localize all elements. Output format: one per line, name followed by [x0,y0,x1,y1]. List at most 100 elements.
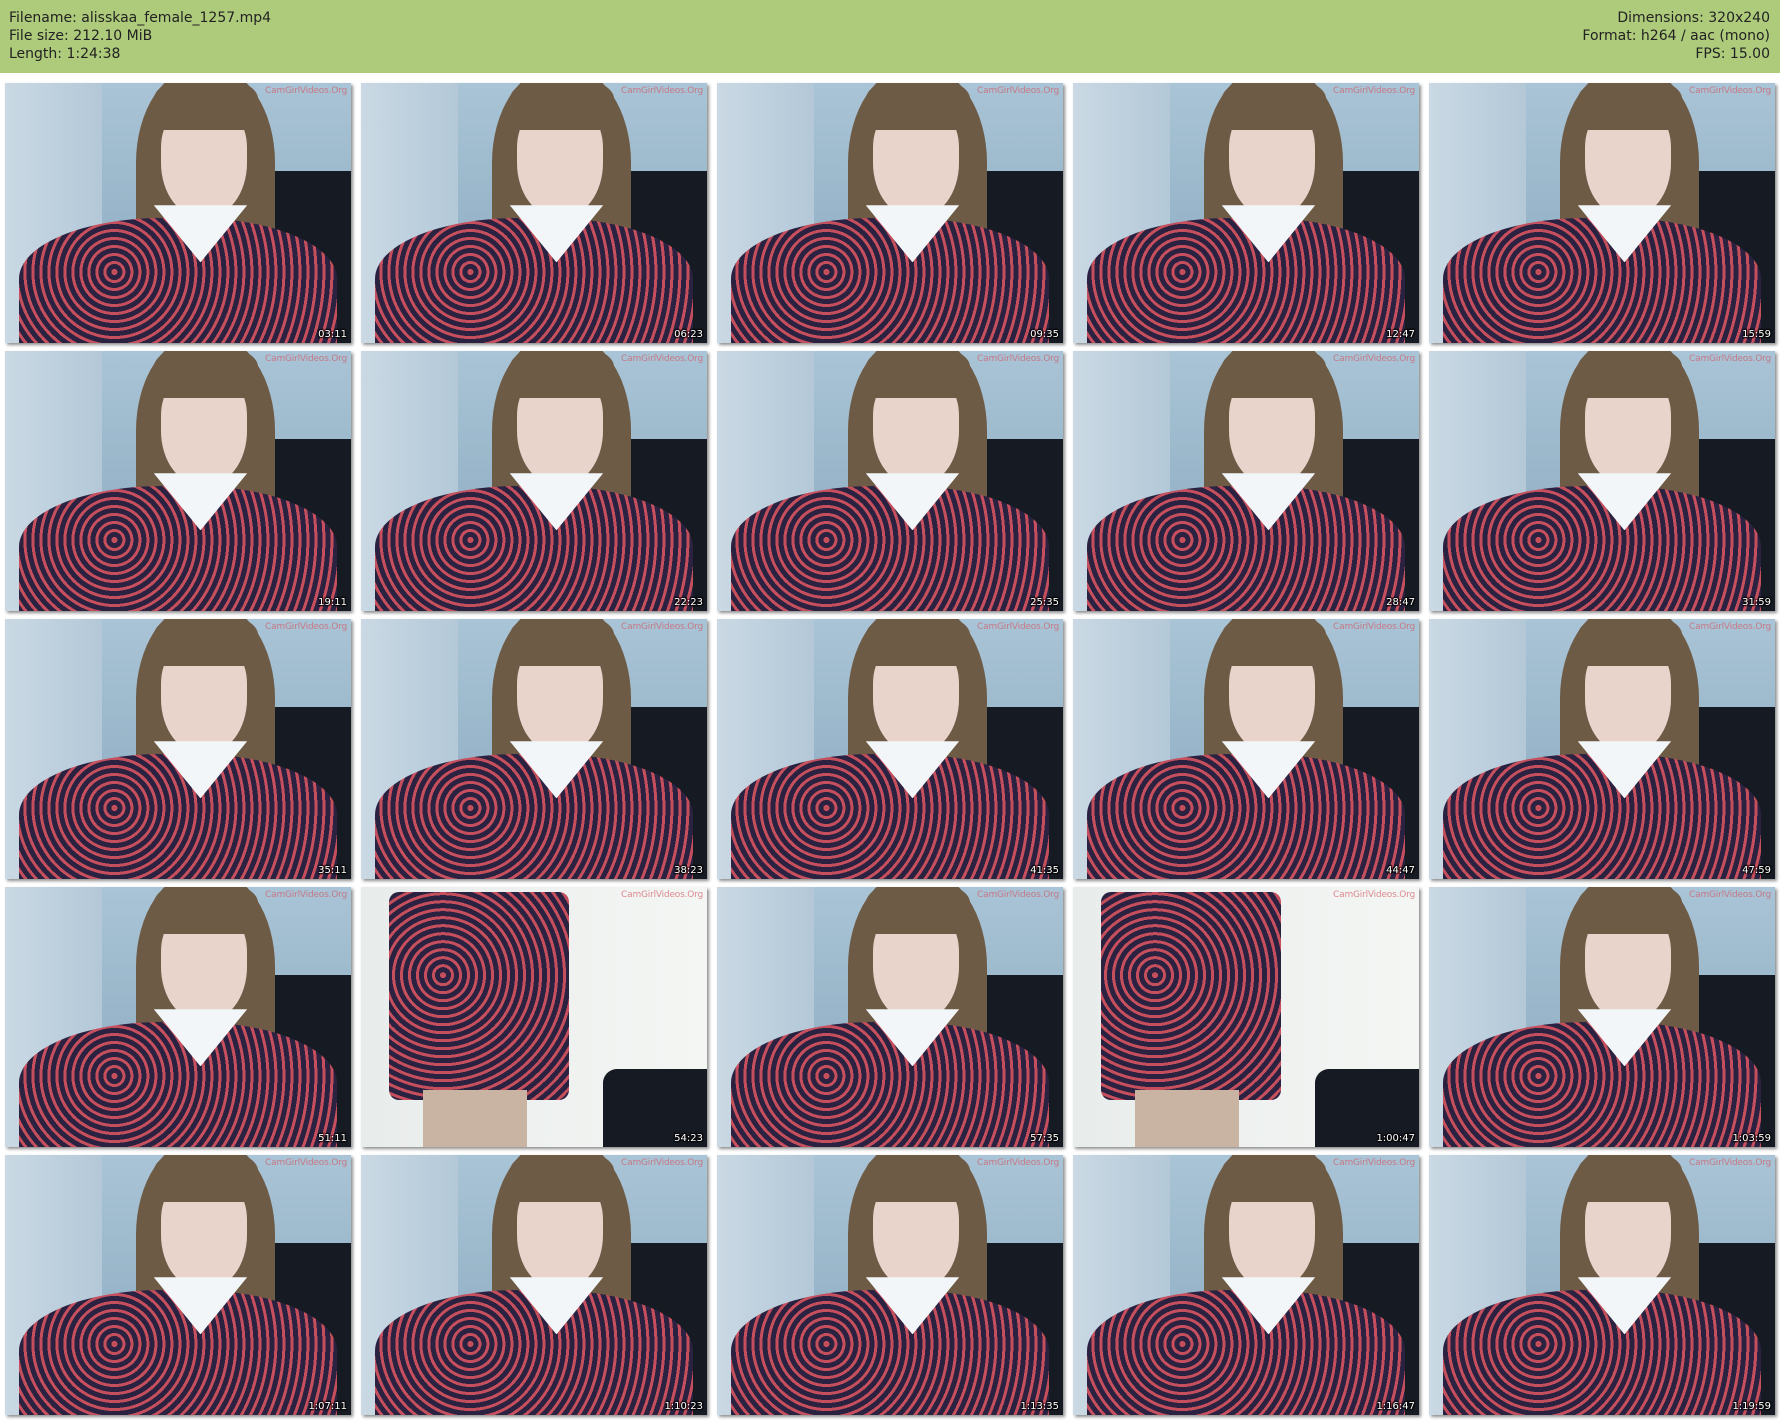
frame-dress [1442,218,1762,343]
filesize-label: File size: 212.10 MiB [9,28,153,44]
timestamp-label: 12:47 [1386,329,1415,340]
video-thumbnail[interactable]: CamGirlVideos.Org 12:47 [1073,83,1419,343]
frame-bangs [865,619,970,666]
video-thumbnail[interactable]: CamGirlVideos.Org 15:59 [1429,83,1775,343]
frame-dress [1100,892,1281,1101]
watermark-text: CamGirlVideos.Org [1333,622,1415,632]
video-thumbnail[interactable]: CamGirlVideos.Org 1:07:11 [5,1155,351,1415]
frame-dress [1086,486,1406,611]
video-thumbnail[interactable]: CamGirlVideos.Org 38:23 [361,619,707,879]
video-thumbnail[interactable]: CamGirlVideos.Org 1:13:35 [717,1155,1063,1415]
video-thumbnail[interactable]: CamGirlVideos.Org 19:11 [5,351,351,611]
video-thumbnail[interactable]: CamGirlVideos.Org 03:11 [5,83,351,343]
timestamp-label: 1:19:59 [1732,1401,1771,1412]
file-info: Filename: alisskaa_female_1257.mp4 File … [9,9,271,63]
watermark-text: CamGirlVideos.Org [265,1158,347,1168]
timestamp-label: 51:11 [318,1133,347,1144]
timestamp-label: 31:59 [1742,597,1771,608]
video-thumbnail[interactable]: CamGirlVideos.Org 31:59 [1429,351,1775,611]
video-thumbnail[interactable]: CamGirlVideos.Org 41:35 [717,619,1063,879]
video-thumbnail[interactable]: CamGirlVideos.Org 25:35 [717,351,1063,611]
frame-dress [374,218,694,343]
frame-bangs [153,619,258,666]
frame-dress [18,486,338,611]
watermark-text: CamGirlVideos.Org [1689,86,1771,96]
timestamp-label: 22:23 [674,597,703,608]
frame-bangs [509,1155,614,1202]
fps-label: FPS: 15.00 [1695,46,1770,62]
frame-dress [374,486,694,611]
watermark-text: CamGirlVideos.Org [1689,622,1771,632]
frame-legs [423,1089,528,1147]
watermark-text: CamGirlVideos.Org [1689,354,1771,364]
video-thumbnail[interactable]: CamGirlVideos.Org 09:35 [717,83,1063,343]
watermark-text: CamGirlVideos.Org [621,622,703,632]
frame-dress [1442,486,1762,611]
watermark-text: CamGirlVideos.Org [1333,86,1415,96]
video-thumbnail[interactable]: CamGirlVideos.Org 35:11 [5,619,351,879]
video-thumbnail[interactable]: CamGirlVideos.Org 47:59 [1429,619,1775,879]
frame-bangs [153,351,258,398]
timestamp-label: 09:35 [1030,329,1059,340]
watermark-text: CamGirlVideos.Org [1333,354,1415,364]
watermark-text: CamGirlVideos.Org [977,354,1059,364]
info-header: Filename: alisskaa_female_1257.mp4 File … [0,0,1780,73]
frame-bangs [153,83,258,130]
frame-bangs [153,1155,258,1202]
video-thumbnail[interactable]: CamGirlVideos.Org 51:11 [5,887,351,1147]
watermark-text: CamGirlVideos.Org [265,86,347,96]
timestamp-label: 03:11 [318,329,347,340]
video-thumbnail[interactable]: CamGirlVideos.Org 44:47 [1073,619,1419,879]
frame-bangs [865,1155,970,1202]
frame-dress [730,1022,1050,1147]
video-thumbnail[interactable]: CamGirlVideos.Org 57:35 [717,887,1063,1147]
filename-label: Filename: alisskaa_female_1257.mp4 [9,10,272,26]
video-thumbnail[interactable]: CamGirlVideos.Org 1:16:47 [1073,1155,1419,1415]
frame-bangs [1577,619,1682,666]
video-thumbnail[interactable]: CamGirlVideos.Org 22:23 [361,351,707,611]
watermark-text: CamGirlVideos.Org [265,890,347,900]
timestamp-label: 41:35 [1030,865,1059,876]
watermark-text: CamGirlVideos.Org [977,890,1059,900]
frame-bangs [509,619,614,666]
timestamp-label: 15:59 [1742,329,1771,340]
format-label: Format: h264 / aac (mono) [1582,28,1770,44]
timestamp-label: 1:03:59 [1732,1133,1771,1144]
timestamp-label: 57:35 [1030,1133,1059,1144]
frame-dress [1442,1290,1762,1415]
timestamp-label: 38:23 [674,865,703,876]
frame-bangs [865,351,970,398]
frame-dress [1442,754,1762,879]
timestamp-label: 1:16:47 [1376,1401,1415,1412]
timestamp-label: 1:13:35 [1020,1401,1059,1412]
timestamp-label: 06:23 [674,329,703,340]
frame-legs [1135,1089,1240,1147]
video-thumbnail[interactable]: CamGirlVideos.Org 28:47 [1073,351,1419,611]
watermark-text: CamGirlVideos.Org [1333,1158,1415,1168]
timestamp-label: 1:00:47 [1376,1133,1415,1144]
frame-dress [730,218,1050,343]
frame-bangs [153,887,258,934]
video-thumbnail[interactable]: CamGirlVideos.Org 1:19:59 [1429,1155,1775,1415]
video-thumbnail[interactable]: CamGirlVideos.Org 1:03:59 [1429,887,1775,1147]
frame-bangs [1577,83,1682,130]
watermark-text: CamGirlVideos.Org [977,622,1059,632]
frame-bangs [1221,83,1326,130]
thumbnail-grid: CamGirlVideos.Org 03:11 CamGirlVideos.Org 0… [5,83,1775,1418]
watermark-text: CamGirlVideos.Org [1333,890,1415,900]
timestamp-label: 25:35 [1030,597,1059,608]
frame-dress [1086,1290,1406,1415]
video-thumbnail[interactable]: CamGirlVideos.Org 1:10:23 [361,1155,707,1415]
timestamp-label: 28:47 [1386,597,1415,608]
watermark-text: CamGirlVideos.Org [621,354,703,364]
frame-dress [18,1022,338,1147]
length-label: Length: 1:24:38 [9,46,121,62]
timestamp-label: 44:47 [1386,865,1415,876]
video-thumbnail[interactable]: CamGirlVideos.Org 54:23 [361,887,707,1147]
frame-bangs [1221,351,1326,398]
watermark-text: CamGirlVideos.Org [977,86,1059,96]
frame-dress [1442,1022,1762,1147]
video-thumbnail[interactable]: CamGirlVideos.Org 1:00:47 [1073,887,1419,1147]
video-thumbnail[interactable]: CamGirlVideos.Org 06:23 [361,83,707,343]
frame-bangs [865,83,970,130]
